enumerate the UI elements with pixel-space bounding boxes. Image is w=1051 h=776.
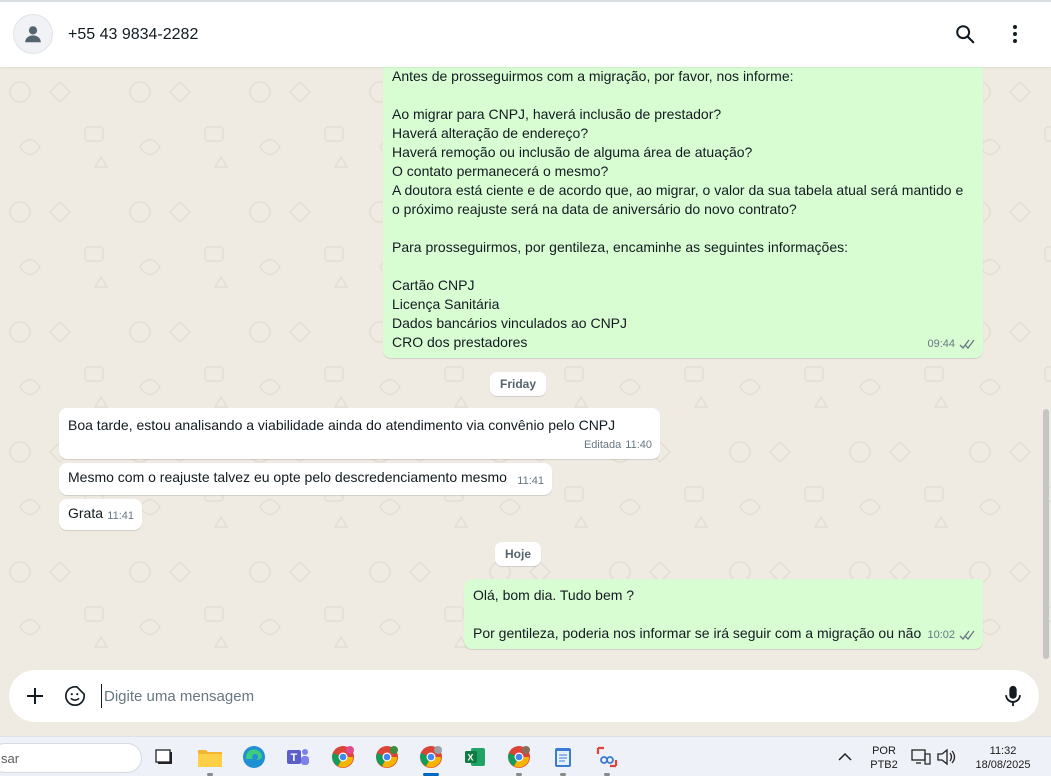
taskbar-search[interactable]: sar <box>0 743 142 773</box>
message-line <box>392 86 974 105</box>
message-line: Haverá remoção ou inclusão de alguma áre… <box>392 144 753 160</box>
chat-scrollbar[interactable] <box>1043 409 1049 659</box>
message-input[interactable] <box>101 684 981 708</box>
teams-icon[interactable]: T <box>285 744 311 770</box>
message-line <box>392 219 974 238</box>
message-line: Haverá alteração de endereço? <box>392 125 589 141</box>
message-meta: 09:44 <box>927 335 975 354</box>
message-time: 09:44 <box>927 338 955 350</box>
task-view-icon[interactable] <box>152 744 178 770</box>
message-line: CRO dos prestadores <box>392 334 528 350</box>
message-text: Mesmo com o reajuste talvez eu opte pelo… <box>68 469 507 485</box>
double-check-icon <box>959 630 975 640</box>
clock-time: 11:32 <box>989 745 1017 757</box>
composer-bar <box>0 667 1051 726</box>
plus-icon[interactable] <box>23 684 47 708</box>
date-separator: Hoje <box>495 542 542 566</box>
message-time: 11:40 <box>625 439 652 451</box>
date-separator: Friday <box>490 372 547 396</box>
search-icon[interactable] <box>953 22 977 46</box>
message-meta: 10:02 <box>927 626 975 645</box>
clock-date: 18/08/2025 <box>975 759 1031 771</box>
svg-text:X: X <box>468 753 474 763</box>
message-meta: 11:41 <box>517 472 544 491</box>
message-time: 11:41 <box>107 510 134 522</box>
message-line: A doutora está ciente e de acordo que, a… <box>392 182 964 198</box>
edge-browser-icon[interactable] <box>241 744 267 770</box>
avatar[interactable] <box>13 14 53 54</box>
sticker-icon[interactable] <box>63 684 87 708</box>
message-line: Cartão CNPJ <box>392 277 475 293</box>
message-line: Licença Sanitária <box>392 296 500 312</box>
menu-kebab-icon[interactable] <box>1003 22 1027 46</box>
clock[interactable]: 11:32 18/08/2025 <box>965 744 1041 772</box>
language-code: POR <box>872 745 896 757</box>
message-line: o próximo reajuste será na data de anive… <box>392 201 797 217</box>
message-line: Dados bancários vinculados ao CNPJ <box>392 315 628 331</box>
input-language[interactable]: POR PTB2 <box>866 744 902 772</box>
message-line: Olá, bom dia. Tudo bem ? <box>473 587 635 603</box>
message-line: Por gentileza, poderia nos informar se i… <box>473 625 922 641</box>
outgoing-message[interactable]: Antes de prosseguirmos com a migração, p… <box>383 67 983 358</box>
person-icon <box>25 26 41 43</box>
chat-header: +55 43 9834-2282 <box>0 0 1051 67</box>
message-line: O contato permanecerá o mesmo? <box>392 163 609 179</box>
network-icon[interactable] <box>910 744 932 770</box>
edited-label: Editada <box>583 439 622 451</box>
chat-panel[interactable]: Antes de prosseguirmos com a migração, p… <box>0 67 1051 667</box>
contact-name[interactable]: +55 43 9834-2282 <box>68 26 198 44</box>
chrome-profile-icon[interactable] <box>330 744 356 770</box>
file-explorer-icon[interactable] <box>197 744 223 776</box>
message-meta: 11:41 <box>107 507 134 526</box>
message-time: 11:41 <box>517 475 544 487</box>
outgoing-message[interactable]: Olá, bom dia. Tudo bem ? Por gentileza, p… <box>464 579 983 649</box>
message-line: Para prosseguirmos, por gentileza, encam… <box>392 239 849 255</box>
chrome-profile-icon[interactable] <box>418 744 444 776</box>
incoming-message[interactable]: Boa tarde, estou analisando a viabilidad… <box>59 408 660 459</box>
chevron-up-icon[interactable] <box>834 744 856 770</box>
message-line <box>473 605 974 624</box>
svg-text:T: T <box>291 752 298 764</box>
chrome-profile-icon[interactable] <box>506 744 532 776</box>
message-line: Antes de prosseguirmos com a migração, p… <box>392 68 794 84</box>
message-line <box>392 257 974 276</box>
excel-icon[interactable]: X <box>462 744 488 770</box>
message-time: 10:02 <box>927 629 955 641</box>
message-text: Antes de prosseguirmos com a migração, p… <box>392 67 974 352</box>
keyboard-layout: PTB2 <box>870 759 898 771</box>
incoming-message[interactable]: Mesmo com o reajuste talvez eu opte pelo… <box>59 463 552 495</box>
message-text: Olá, bom dia. Tudo bem ? Por gentileza, p… <box>473 586 974 643</box>
message-text: Boa tarde, estou analisando a viabilidad… <box>68 417 616 433</box>
chrome-profile-icon[interactable] <box>374 744 400 770</box>
snipping-tool-icon[interactable] <box>594 744 620 776</box>
double-check-icon <box>959 339 975 349</box>
incoming-message[interactable]: Grata 11:41 <box>59 499 142 530</box>
microphone-icon[interactable] <box>1001 684 1025 708</box>
composer <box>9 670 1039 722</box>
windows-taskbar: sar T X POR PTB2 11:32 18/08/2025 <box>0 736 1051 776</box>
message-meta: Editada 11:40 <box>584 436 652 455</box>
notepad-icon[interactable] <box>550 744 576 776</box>
message-line: Ao migrar para CNPJ, haverá inclusão de … <box>392 106 722 122</box>
volume-icon[interactable] <box>935 744 957 770</box>
